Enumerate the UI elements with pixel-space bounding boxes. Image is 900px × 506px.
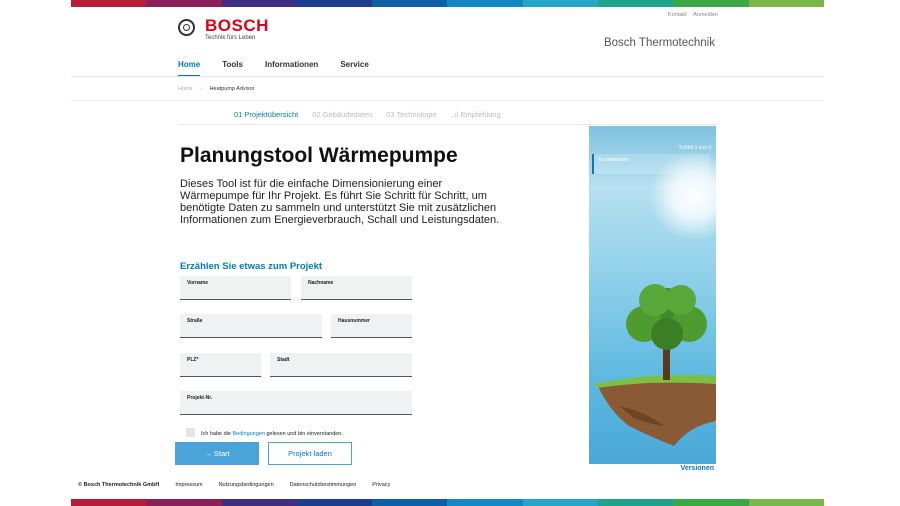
vorname-input[interactable] [186, 292, 281, 298]
color-bar-segment [447, 499, 523, 506]
nav-item-service[interactable]: Service [340, 60, 368, 77]
color-bar-segment [748, 0, 824, 7]
nav-item-informationen[interactable]: Informationen [265, 60, 318, 77]
main-nav: Home Tools Informationen Service [178, 60, 391, 77]
breadcrumb-chevron-icon: › [200, 86, 203, 92]
strasse-field[interactable]: Straße [180, 314, 322, 338]
versions-link[interactable]: Versionen [681, 465, 714, 472]
color-bar-segment [71, 499, 147, 506]
color-bar-segment [447, 0, 523, 7]
stadt-input[interactable] [276, 369, 397, 375]
color-bar-segment [296, 499, 373, 506]
step-technologie[interactable]: 03 Technologie [386, 110, 436, 119]
breadcrumb: Home › Heatpump Advisor [178, 86, 255, 92]
logo-name: BOSCH [205, 16, 269, 35]
stadt-field[interactable]: Stadt [270, 353, 412, 377]
footer-link-nutzungsbedingungen[interactable]: Nutzungsbedingungen [219, 482, 274, 488]
color-bar-segment [146, 499, 222, 506]
plz-field[interactable]: PLZ* [180, 353, 261, 377]
bottom-color-bar [71, 499, 824, 506]
color-bar-segment [673, 0, 749, 7]
color-bar-segment [598, 499, 674, 506]
hausnummer-label: Hausnummer [338, 318, 370, 324]
hausnummer-field[interactable]: Hausnummer [331, 314, 412, 338]
tree-island-illustration [595, 284, 716, 446]
bosch-logo[interactable]: BOSCH Technik fürs Leben [178, 17, 269, 41]
nachname-input[interactable] [307, 292, 402, 298]
color-bar-segment [146, 0, 222, 7]
color-bar-segment [598, 0, 674, 7]
footer: © Bosch Thermotechnik GmbH Impressum Nut… [78, 482, 406, 488]
color-bar-segment [296, 0, 373, 7]
nav-divider [71, 76, 824, 77]
step-tabs: 01 Projektübersicht 02 Gebäudedaten 03 T… [234, 110, 515, 119]
consent-checkbox[interactable] [186, 428, 195, 437]
top-color-bar [71, 0, 824, 7]
consent-text-after: gelesen und bin einverstanden. [264, 431, 343, 437]
load-project-button[interactable]: Projekt laden [268, 442, 352, 465]
vorname-field[interactable]: Vorname [180, 276, 291, 300]
breadcrumb-divider [71, 100, 824, 101]
vorname-label: Vorname [187, 280, 209, 286]
consent-label: Ich habe die Bedingungen gelesen und bin… [201, 431, 343, 437]
footer-link-privacy[interactable]: Privacy [372, 482, 390, 488]
page-title: Planungstool Wärmepumpe [180, 144, 458, 167]
color-bar-segment [522, 499, 599, 506]
login-link[interactable]: Anmelden [693, 12, 718, 18]
step-gebaeudedaten[interactable]: 02 Gebäudedaten [312, 110, 372, 119]
bosch-armature-icon [178, 19, 195, 36]
top-links: Kontakt Anmelden [663, 12, 718, 18]
breadcrumb-home[interactable]: Home [178, 86, 193, 92]
stadt-label: Stadt [277, 357, 290, 363]
plz-label: PLZ* [187, 357, 199, 363]
start-button[interactable]: → Start [175, 442, 259, 465]
logo-tagline: Technik fürs Leben [205, 35, 256, 41]
color-bar-segment [71, 0, 147, 7]
color-bar-segment [372, 499, 448, 506]
color-bar-segment [522, 0, 599, 7]
side-tab-label: Kundendaten [599, 157, 629, 163]
breadcrumb-current: Heatpump Advisor [209, 86, 255, 92]
color-bar-segment [748, 499, 824, 506]
division-name: Bosch Thermotechnik [603, 37, 715, 49]
strasse-label: Straße [187, 318, 203, 324]
section-heading: Erzählen Sie etwas zum Projekt [180, 261, 323, 272]
side-tab-kundendaten[interactable]: Kundendaten [592, 154, 710, 174]
color-bar-segment [221, 0, 297, 7]
color-bar-segment [372, 0, 448, 7]
footer-link-datenschutz[interactable]: Datenschutzbestimmungen [290, 482, 357, 488]
projekt-nr-label: Projekt-Nr. [187, 395, 213, 401]
consent-text-before: Ich habe die [201, 431, 233, 437]
conditions-link[interactable]: Bedingungen [233, 431, 265, 437]
footer-link-impressum[interactable]: Impressum [175, 482, 202, 488]
step-count: Schritt 1 von 3 [679, 145, 711, 151]
intro-text: Dieses Tool ist für die einfache Dimensi… [180, 178, 500, 226]
nav-item-home[interactable]: Home [178, 60, 201, 77]
step-projektuebersicht[interactable]: 01 Projektübersicht [234, 110, 298, 119]
contact-link[interactable]: Kontakt [668, 12, 687, 18]
strasse-input[interactable] [186, 330, 307, 336]
projekt-nr-input[interactable] [186, 407, 384, 413]
plz-input[interactable] [186, 369, 255, 375]
steps-divider [178, 124, 716, 125]
hausnummer-input[interactable] [337, 330, 406, 336]
side-panel: Schritt 1 von 3 Kundendaten [589, 126, 716, 464]
color-bar-segment [221, 499, 297, 506]
step-empfehlung[interactable]: ..ıl Empfehlung [451, 110, 501, 119]
nachname-label: Nachname [308, 280, 334, 286]
nachname-field[interactable]: Nachname [301, 276, 412, 300]
footer-copyright: © Bosch Thermotechnik GmbH [78, 482, 160, 488]
color-bar-segment [673, 499, 749, 506]
projekt-nr-field[interactable]: Projekt-Nr. [180, 391, 412, 415]
nav-item-tools[interactable]: Tools [222, 60, 243, 77]
